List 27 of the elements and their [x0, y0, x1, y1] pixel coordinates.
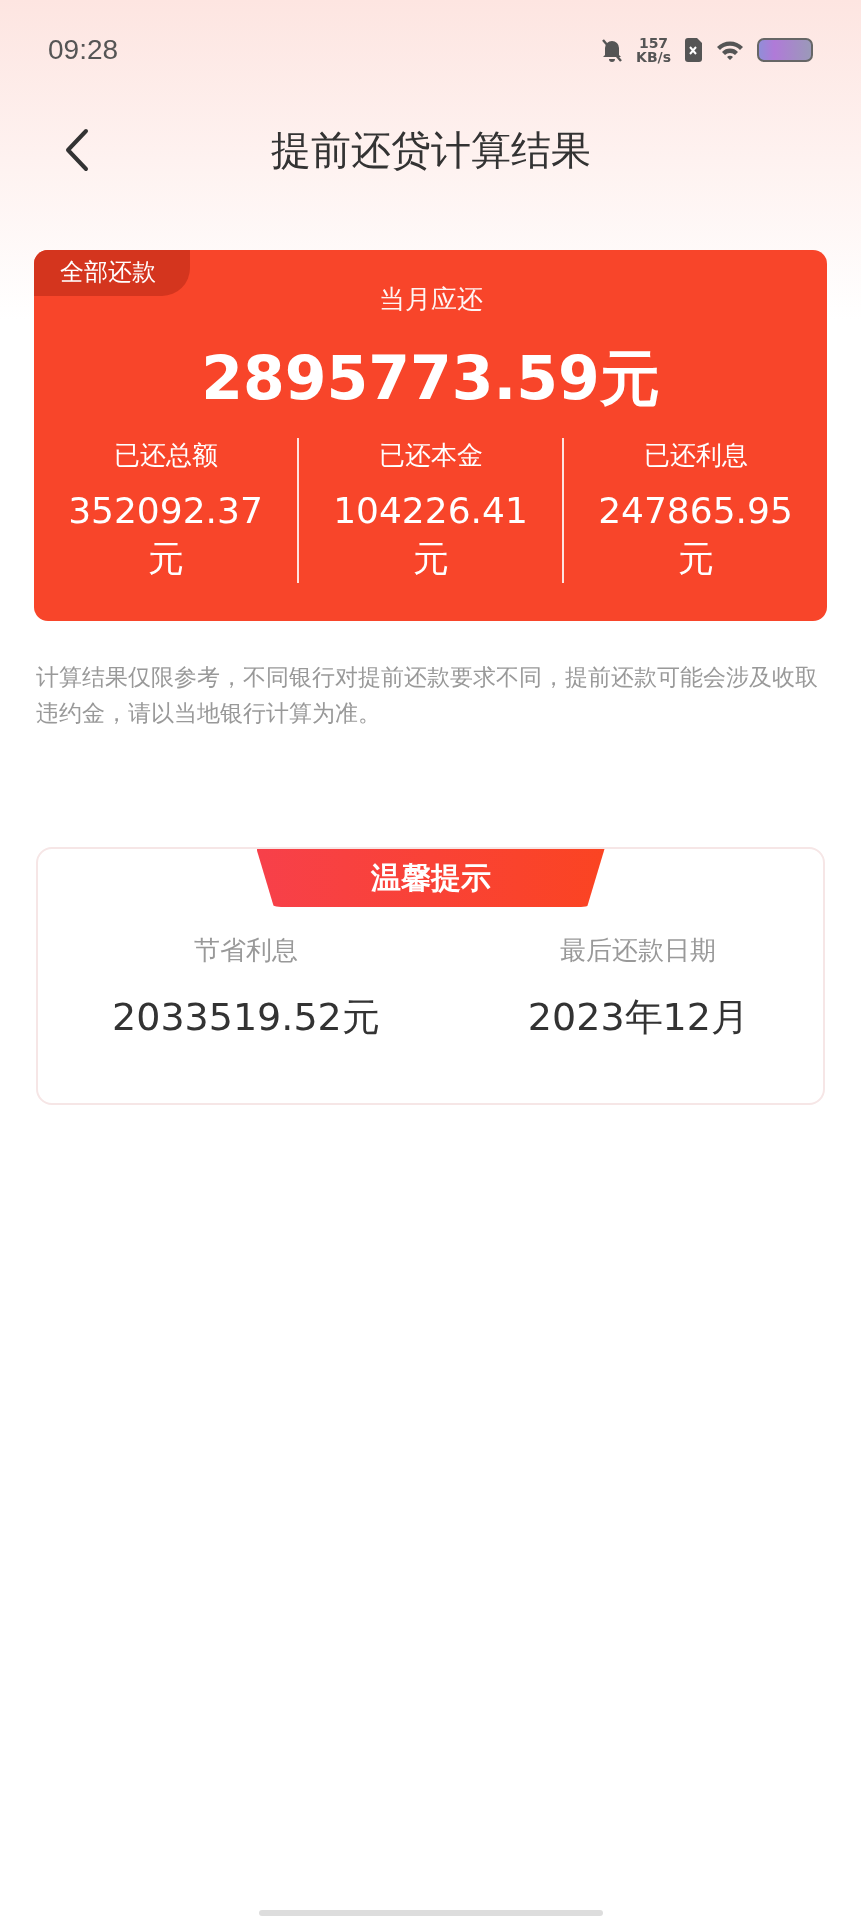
tip-label: 节省利息 [193, 934, 298, 967]
monthly-due-amount: 2895773.59元 [201, 342, 660, 415]
stat-label: 已还利息 [643, 439, 748, 472]
monthly-due-label: 当月应还 [378, 283, 483, 316]
network-speed-unit: KB/s [636, 50, 671, 64]
tip-title: 温馨提示 [370, 858, 491, 897]
status-time: 09:28 [48, 34, 119, 66]
wifi-icon [715, 38, 745, 62]
network-speed: 157 [638, 36, 669, 50]
back-button[interactable] [64, 128, 90, 172]
stat-unit: 元 [147, 537, 184, 581]
stat-label: 已还总额 [113, 439, 218, 472]
disclaimer-text: 计算结果仅限参考，不同银行对提前还款要求不同，提前还款可能会涉及收取违约金，请以当地银行计算为准。 [36, 663, 819, 728]
sim-icon [683, 37, 703, 63]
stat-value: 247865.95 [598, 489, 793, 533]
tip-value: 2033519.52元 [112, 994, 380, 1041]
tip-value: 2023年12月 [527, 994, 749, 1041]
stat-value: 104226.41 [333, 489, 528, 533]
stat-unit: 元 [677, 537, 714, 581]
repayment-type-badge: 全部还款 [34, 250, 190, 296]
stat-unit: 元 [412, 537, 449, 581]
battery-icon [757, 37, 813, 63]
mute-bell-icon [600, 37, 625, 63]
stat-label: 已还本金 [378, 439, 483, 472]
stat-value: 352092.37 [68, 489, 263, 533]
page-title: 提前还贷计算结果 [270, 125, 591, 175]
tip-label: 最后还款日期 [560, 934, 717, 967]
